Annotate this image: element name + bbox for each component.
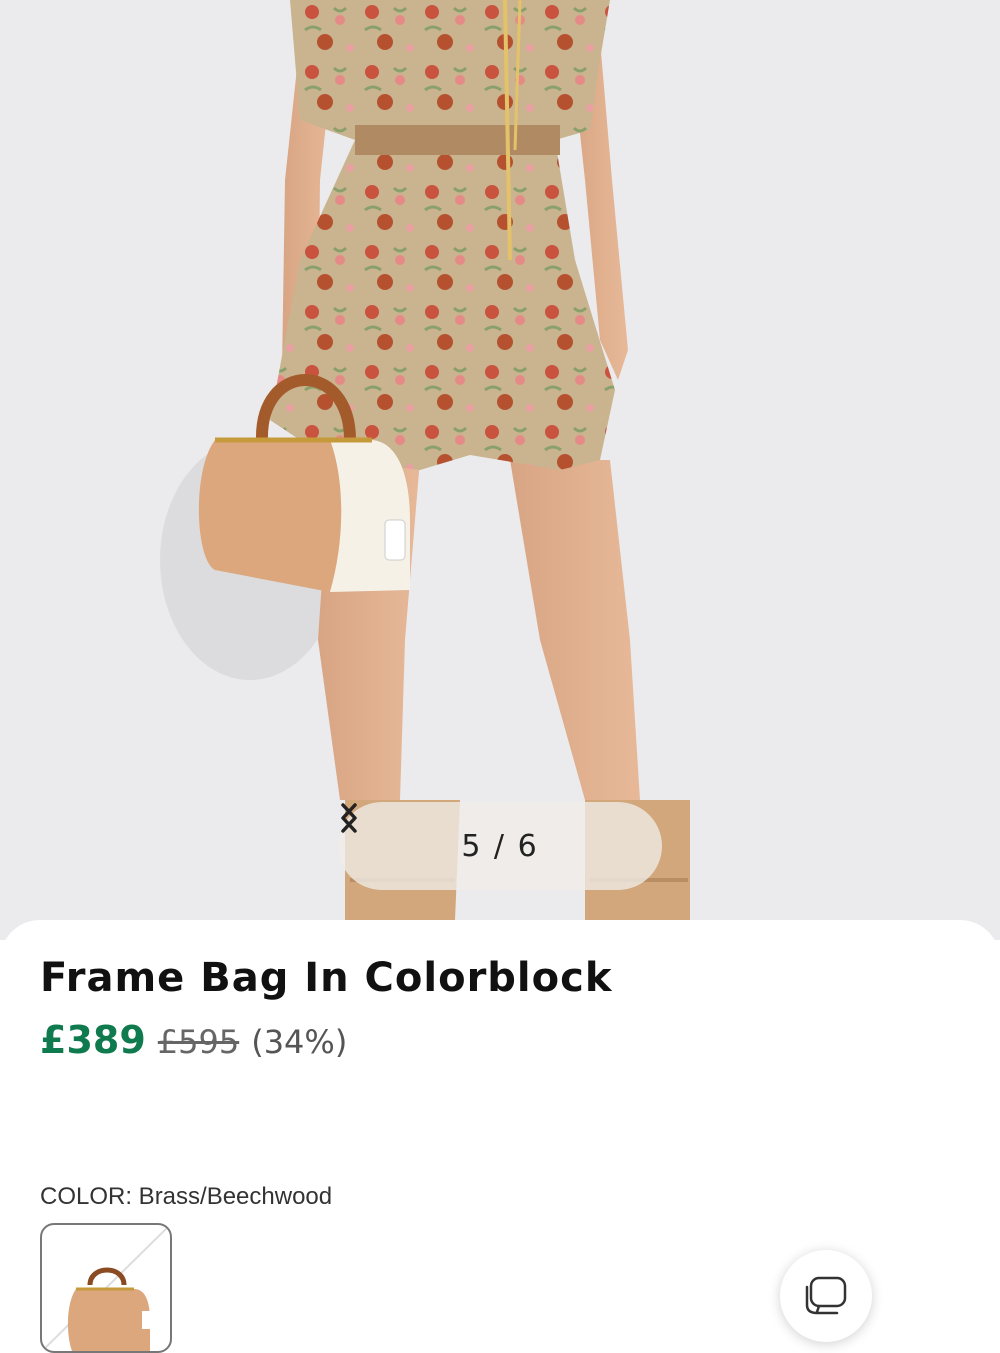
chevron-right-icon bbox=[341, 803, 357, 833]
discount-percent: (34%) bbox=[251, 1023, 348, 1061]
swatch-thumbnail bbox=[42, 1225, 170, 1351]
image-counter: 5 / 6 bbox=[461, 828, 539, 864]
sale-price: £389 bbox=[40, 1018, 146, 1062]
product-image[interactable]: 5 / 6 bbox=[0, 0, 1000, 940]
chat-button[interactable] bbox=[780, 1250, 872, 1342]
image-pager: 5 / 6 bbox=[338, 802, 662, 890]
color-swatch-brass-beechwood[interactable] bbox=[40, 1223, 172, 1353]
product-photo bbox=[160, 0, 690, 920]
product-title: Frame Bag In Colorblock bbox=[40, 955, 613, 1001]
previous-image-button[interactable] bbox=[341, 803, 408, 866]
original-price: £595 bbox=[157, 1023, 240, 1061]
color-label: COLOR: Brass/Beechwood bbox=[40, 1183, 333, 1210]
price-row: £389 £595 (34%) bbox=[40, 1018, 347, 1062]
chat-bubble-icon bbox=[805, 1276, 847, 1315]
next-image-button[interactable] bbox=[341, 803, 632, 866]
